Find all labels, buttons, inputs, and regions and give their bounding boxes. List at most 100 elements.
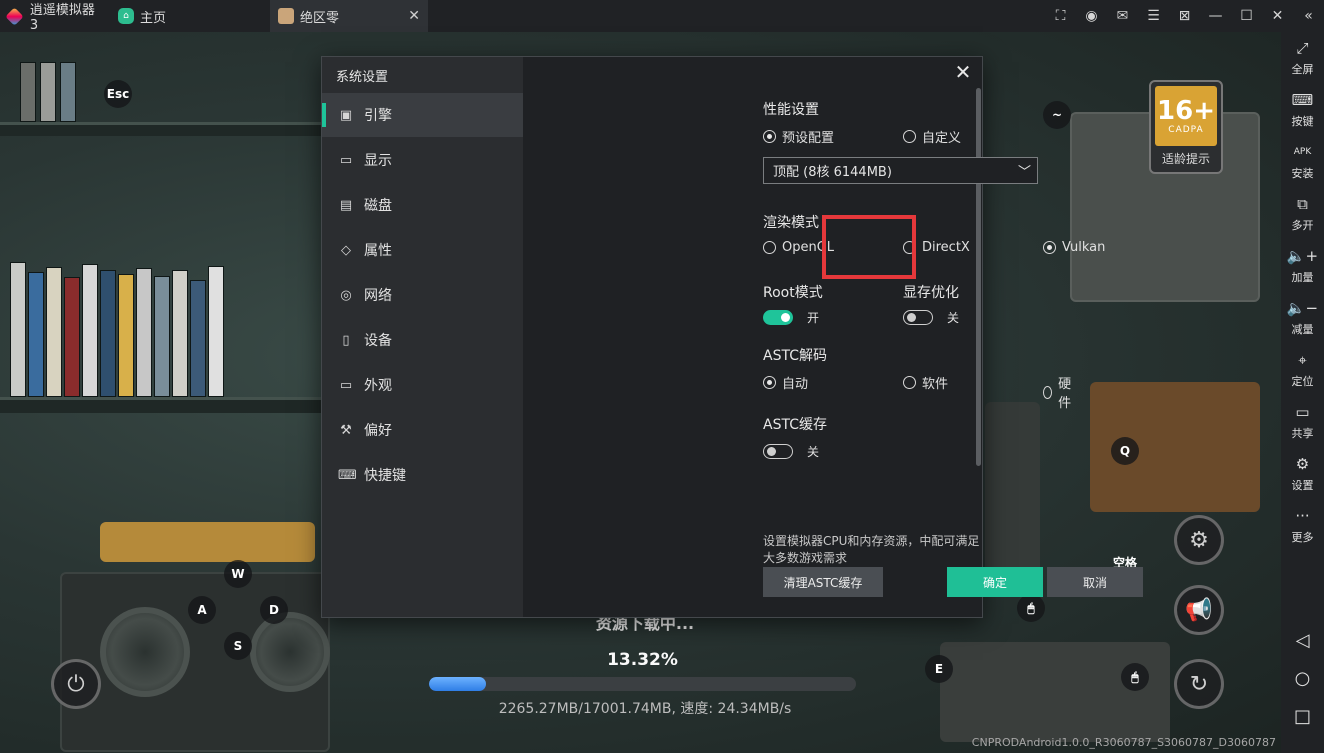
- toolbar-apk-button[interactable]: APK 安装: [1281, 136, 1324, 188]
- preset-radio[interactable]: 预设配置: [763, 127, 834, 146]
- collapse-icon[interactable]: «: [1293, 0, 1324, 32]
- app-name: 逍遥模拟器3: [29, 3, 95, 33]
- e-key-bubble[interactable]: E: [925, 655, 953, 683]
- maximize-icon[interactable]: ☐: [1231, 0, 1262, 32]
- nav-item-wrench[interactable]: ⚒ 偏好: [322, 408, 523, 452]
- power-button[interactable]: ⏻: [51, 659, 101, 709]
- folder-icon: ▭: [1295, 403, 1310, 421]
- vram-toggle[interactable]: 关: [903, 309, 959, 326]
- render-vulkan-radio[interactable]: Vulkan: [1043, 240, 1105, 255]
- esc-key-bubble[interactable]: Esc: [104, 80, 132, 108]
- screenshot-icon[interactable]: ⛶: [1045, 0, 1076, 32]
- book: [154, 276, 170, 397]
- game-tab[interactable]: 绝区零 ✕: [270, 0, 428, 32]
- astc-hardware-radio[interactable]: 硬件: [1043, 373, 1075, 411]
- nav-item-globe[interactable]: ◎ 网络: [322, 273, 523, 317]
- a-key-bubble[interactable]: A: [188, 596, 216, 624]
- mouse-icon[interactable]: 🖱: [1121, 663, 1149, 691]
- age-org: CADPA: [1168, 125, 1204, 135]
- radio-dot: [903, 130, 916, 143]
- close-icon[interactable]: ✕: [1262, 0, 1293, 32]
- ok-button[interactable]: 确定: [947, 567, 1043, 597]
- nav-item-appearance[interactable]: ▭ 外观: [322, 363, 523, 407]
- custom-radio[interactable]: 自定义: [903, 127, 961, 146]
- mail-icon[interactable]: ✉: [1107, 0, 1138, 32]
- box-prop: [100, 522, 315, 562]
- settings-nav: 系统设置 ▣ 引擎 ▭ 显示 ▤ 磁盘 ◇ 属性 ◎ 网络 ▯ 设备 ▭ 外观 ⚒ 偏好 ⌨ 快捷键: [322, 57, 523, 617]
- performance-title: 性能设置: [763, 102, 819, 118]
- shelf: [0, 122, 330, 136]
- astc-cache-toggle[interactable]: 关: [763, 443, 819, 460]
- cancel-button[interactable]: 取消: [1047, 567, 1143, 597]
- nav-item-label: 网络: [364, 288, 392, 304]
- title-bar: 逍遥模拟器3 ⌂ 主页 绝区零 ✕ ⛶ ◉ ✉ ☰ ⊠ — ☐ ✕ «: [0, 0, 1324, 33]
- appearance-icon: ▭: [339, 377, 353, 393]
- home-nav-icon[interactable]: ○: [1281, 668, 1324, 689]
- mouse-icon[interactable]: 🖱: [1017, 594, 1045, 622]
- close-tab-icon[interactable]: ✕: [408, 8, 420, 24]
- switch-knob: [907, 313, 916, 322]
- skill-refresh-button[interactable]: ↻: [1174, 659, 1224, 709]
- app-tab[interactable]: 逍遥模拟器3: [0, 0, 110, 33]
- root-state-label: 开: [807, 311, 820, 325]
- scrollbar[interactable]: [976, 88, 981, 466]
- skill-horn-button[interactable]: 📢: [1174, 585, 1224, 635]
- render-title: 渲染模式: [763, 215, 819, 231]
- toolbar-gear-button[interactable]: ⚙ 设置: [1281, 448, 1324, 500]
- close-dialog-icon[interactable]: ✕: [952, 60, 974, 84]
- toolbar-label: 全屏: [1291, 63, 1314, 76]
- s-key-bubble[interactable]: S: [224, 632, 252, 660]
- toolbar-label: 减量: [1291, 323, 1314, 336]
- feedback-icon[interactable]: ⊠: [1169, 0, 1200, 32]
- nav-item-label: 磁盘: [364, 198, 392, 214]
- radio-prop: [940, 642, 1170, 742]
- nav-item-engine[interactable]: ▣ 引擎: [322, 93, 523, 137]
- menu-icon[interactable]: ☰: [1138, 0, 1169, 32]
- radio-dot: [763, 130, 776, 143]
- recents-icon[interactable]: □: [1281, 706, 1324, 727]
- d-key-bubble[interactable]: D: [260, 596, 288, 624]
- minimize-icon[interactable]: —: [1200, 0, 1231, 32]
- book: [20, 62, 36, 122]
- tilde-key-bubble[interactable]: ~: [1043, 101, 1071, 129]
- toolbar-keyboard-button[interactable]: ⌨ 按键: [1281, 84, 1324, 136]
- nav-item-tag[interactable]: ◇ 属性: [322, 228, 523, 272]
- toolbar-location-button[interactable]: ⌖ 定位: [1281, 344, 1324, 396]
- toolbar-more-button[interactable]: ··· 更多: [1281, 500, 1324, 552]
- window-controls: ⛶ ◉ ✉ ☰ ⊠ — ☐ ✕ «: [1045, 0, 1324, 32]
- book: [46, 267, 62, 397]
- user-icon[interactable]: ◉: [1076, 0, 1107, 32]
- toolbar-fullscreen-button[interactable]: ⤢ 全屏: [1281, 32, 1324, 84]
- toolbar-volume-down-button[interactable]: 🔈− 减量: [1281, 292, 1324, 344]
- download-percent: 13.32%: [607, 650, 678, 670]
- q-key-bubble[interactable]: Q: [1111, 437, 1139, 465]
- dropdown-value: 顶配 (8核 6144MB): [773, 165, 892, 180]
- root-toggle[interactable]: 开: [763, 309, 819, 326]
- book: [190, 280, 206, 397]
- performance-dropdown[interactable]: 顶配 (8核 6144MB) ﹀: [763, 157, 1038, 184]
- home-icon: ⌂: [118, 8, 134, 24]
- nav-item-device[interactable]: ▯ 设备: [322, 318, 523, 362]
- toolbar-multi-instance-button[interactable]: ⧉ 多开: [1281, 188, 1324, 240]
- astc-auto-radio[interactable]: 自动: [763, 373, 808, 392]
- clear-astc-cache-button[interactable]: 清理ASTC缓存: [763, 567, 883, 597]
- home-tab[interactable]: ⌂ 主页: [110, 0, 270, 32]
- toolbar-label: 定位: [1291, 375, 1314, 388]
- nav-item-display[interactable]: ▭ 显示: [322, 138, 523, 182]
- book: [118, 274, 134, 397]
- nav-item-keyboard[interactable]: ⌨ 快捷键: [322, 453, 523, 497]
- switch-knob: [781, 313, 790, 322]
- nav-item-disk[interactable]: ▤ 磁盘: [322, 183, 523, 227]
- switch: [763, 444, 793, 459]
- toolbar-folder-button[interactable]: ▭ 共享: [1281, 396, 1324, 448]
- toolbar-label: 加量: [1291, 271, 1314, 284]
- astc-software-radio[interactable]: 软件: [903, 373, 948, 392]
- book: [82, 264, 98, 397]
- w-key-bubble[interactable]: W: [224, 560, 252, 588]
- volume-up-icon: 🔈+: [1286, 247, 1319, 265]
- astc-option-label: 硬件: [1058, 377, 1072, 411]
- toolbar-volume-up-button[interactable]: 🔈+ 加量: [1281, 240, 1324, 292]
- toolbar-label: 按键: [1291, 115, 1314, 128]
- skill-gear-button[interactable]: ⚙: [1174, 515, 1224, 565]
- back-icon[interactable]: ◁: [1281, 630, 1324, 651]
